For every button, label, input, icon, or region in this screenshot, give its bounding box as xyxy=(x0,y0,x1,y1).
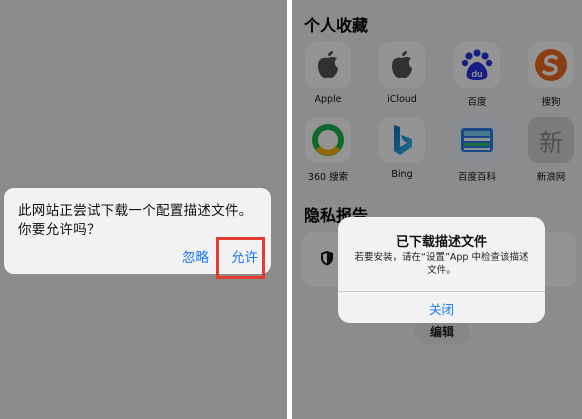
close-button[interactable]: 关闭 xyxy=(338,299,545,318)
allow-highlight-box xyxy=(216,237,265,279)
right-screen: 个人收藏 Apple iCloud du 百度 搜狗 360 搜索 Bing 百… xyxy=(292,0,582,419)
ignore-button[interactable]: 忽略 xyxy=(182,246,209,266)
modal-dim-overlay xyxy=(292,0,582,419)
alert-message: 若要安装，请在“设置”App 中检查该描述文件。 xyxy=(354,252,529,276)
profile-downloaded-alert: 已下载描述文件 若要安装，请在“设置”App 中检查该描述文件。 关闭 xyxy=(338,217,545,323)
alert-title: 已下载描述文件 xyxy=(395,235,487,250)
left-screen: 此网站正尝试下载一个配置描述文件。你要允许吗？ 忽略 允许 xyxy=(0,0,287,419)
alert-separator xyxy=(338,291,545,292)
alert-message: 此网站正尝试下载一个配置描述文件。你要允许吗？ xyxy=(18,203,253,238)
